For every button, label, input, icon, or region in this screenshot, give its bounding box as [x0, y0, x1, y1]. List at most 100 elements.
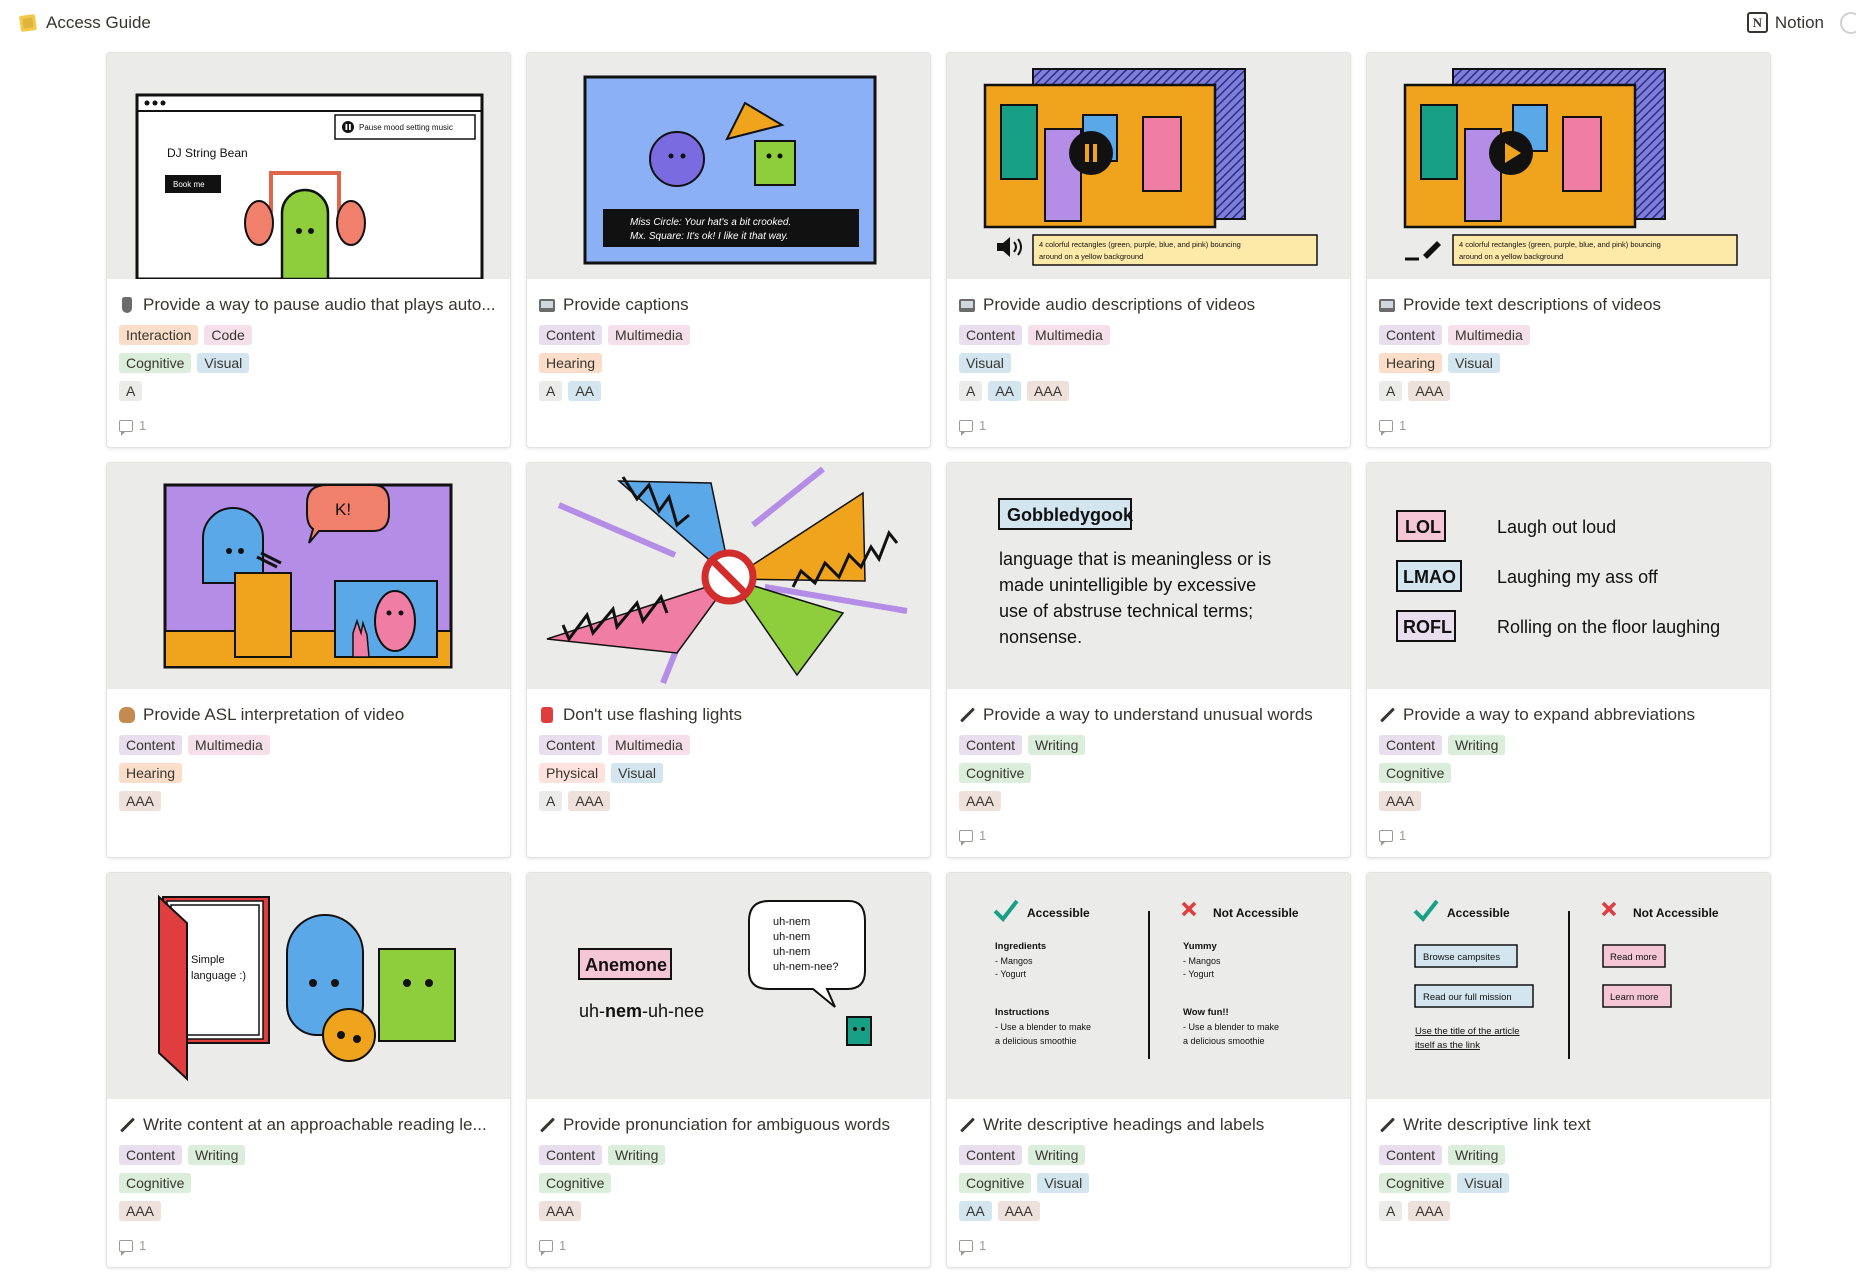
pencil-icon: [1379, 1117, 1395, 1133]
svg-text:Wow fun!!: Wow fun!!: [1183, 1007, 1229, 1018]
pencil-icon: [959, 1117, 975, 1133]
tag: Content: [959, 735, 1023, 755]
card-title: Write descriptive headings and labels: [959, 1113, 1338, 1137]
svg-text:Ingredients: Ingredients: [995, 941, 1046, 952]
pencil-icon: [1379, 707, 1395, 723]
caption-line-2: Mx. Square: It's ok! I like it that way.: [630, 231, 788, 242]
svg-text:uh-nem: uh-nem: [773, 916, 810, 928]
comment-count[interactable]: 1: [539, 1238, 566, 1256]
gallery-grid: Pause mood setting music DJ String Bean …: [106, 52, 1771, 1268]
svg-text:a delicious smoothie: a delicious smoothie: [995, 1036, 1077, 1046]
tag: Cognitive: [119, 353, 192, 373]
tag-row: Content Multimedia: [1379, 325, 1758, 345]
gallery-card[interactable]: Miss Circle: Your hat's a bit crooked. M…: [526, 52, 931, 448]
tag: AAA: [997, 1201, 1040, 1221]
gallery-card[interactable]: Pause mood setting music DJ String Bean …: [106, 52, 511, 448]
svg-text:uh-nem-nee?: uh-nem-nee?: [773, 961, 838, 973]
gallery-card[interactable]: Simple language :) Write content at an a…: [106, 872, 511, 1268]
tag: Visual: [197, 353, 250, 373]
comment-count[interactable]: 1: [959, 418, 986, 436]
card-cover: [527, 463, 930, 689]
tag-row: AAA: [539, 1201, 918, 1221]
flashing-lights-illustration: [546, 466, 908, 685]
speech-text: K!: [335, 500, 351, 519]
comment-icon: [959, 419, 973, 436]
tag-row: AAA: [959, 791, 1338, 811]
svg-text:LOL: LOL: [1405, 517, 1441, 537]
tag-row: Content Multimedia: [959, 325, 1338, 345]
svg-text:- Yogurt: - Yogurt: [1183, 969, 1215, 979]
card-title: Provide text descriptions of videos: [1379, 293, 1758, 317]
gallery-card[interactable]: Accessible Not Accessible Browse campsit…: [1366, 872, 1771, 1268]
card-cover: K!: [107, 463, 510, 689]
comment-count[interactable]: 1: [959, 828, 986, 846]
gallery-card[interactable]: 4 colorful rectangles (green, purple, bl…: [1366, 52, 1771, 448]
tag: AAA: [539, 1201, 582, 1221]
svg-text:itself as the link: itself as the link: [1415, 1040, 1480, 1051]
description-line-1: 4 colorful rectangles (green, purple, bl…: [1039, 240, 1241, 249]
comment-icon: [1379, 829, 1393, 846]
notion-link[interactable]: N Notion: [1746, 12, 1824, 33]
tag-row: Content Writing: [1379, 735, 1758, 755]
tag: Writing: [188, 1145, 246, 1165]
gallery-card[interactable]: Anemone uh-nem-uh-nee uh-nem uh-nem uh-n…: [526, 872, 931, 1268]
comment-count[interactable]: 1: [959, 1238, 986, 1256]
tag-row: A: [119, 381, 498, 401]
comment-count[interactable]: 1: [119, 418, 146, 436]
gallery-card[interactable]: Accessible Not Accessible Ingredients - …: [946, 872, 1351, 1268]
gallery-card[interactable]: K! Provide ASL interpretation of video C…: [106, 462, 511, 858]
tag: AAA: [119, 791, 162, 811]
gallery-card[interactable]: Don't use flashing lights Content Multim…: [526, 462, 931, 858]
svg-text:- Use a blender to make: - Use a blender to make: [1183, 1022, 1279, 1032]
caption-line-1: Miss Circle: Your hat's a bit crooked.: [630, 217, 791, 228]
tag: AAA: [959, 791, 1002, 811]
gallery-card[interactable]: Gobbledygook language that is meaningles…: [946, 462, 1351, 858]
gallery-card[interactable]: 4 colorful rectangles (green, purple, bl…: [946, 52, 1351, 448]
card-title: Write descriptive link text: [1379, 1113, 1758, 1137]
pronunciation-illustration: Anemone uh-nem-uh-nee uh-nem uh-nem uh-n…: [578, 900, 872, 1046]
gallery-card[interactable]: LOL Laugh out loud LMAO Laughing my ass …: [1366, 462, 1771, 858]
asl-illustration: K!: [163, 483, 453, 669]
microphone-icon: [122, 297, 132, 313]
pause-audio-illustration: Pause mood setting music DJ String Bean …: [135, 93, 484, 279]
top-bar: Access Guide N Notion: [0, 0, 1856, 46]
svg-text:Accessible: Accessible: [1027, 906, 1090, 920]
abbreviations-illustration: LOL Laugh out loud LMAO Laughing my ass …: [1396, 510, 1720, 642]
description-line-2: around on a yellow background: [1459, 252, 1563, 261]
tag: AAA: [119, 1201, 162, 1221]
tag: Cognitive: [1379, 763, 1452, 783]
tag-row: Cognitive: [119, 1173, 498, 1193]
tag: A: [539, 791, 563, 811]
card-cover: Anemone uh-nem-uh-nee uh-nem uh-nem uh-n…: [527, 873, 930, 1099]
tag-row: Cognitive Visual: [119, 353, 498, 373]
pencil-icon: [959, 707, 975, 723]
comment-icon: [119, 1239, 133, 1256]
svg-text:Not Accessible: Not Accessible: [1213, 906, 1299, 920]
svg-text:Browse campsites: Browse campsites: [1423, 952, 1500, 963]
svg-text:Accessible: Accessible: [1447, 906, 1510, 920]
card-cover: Accessible Not Accessible Ingredients - …: [947, 873, 1350, 1099]
reading-level-illustration: Simple language :): [158, 894, 456, 1082]
comment-count[interactable]: 1: [1379, 418, 1406, 436]
theme-toggle[interactable]: [1840, 12, 1856, 34]
card-cover: Pause mood setting music DJ String Bean …: [107, 53, 510, 279]
tag: A: [959, 381, 983, 401]
notion-logo-icon: N: [1746, 12, 1768, 33]
tag-row: A AA: [539, 381, 918, 401]
tag: Visual: [959, 353, 1011, 373]
tag: Visual: [1037, 1173, 1090, 1193]
svg-text:language that is meaningless o: language that is meaningless or is: [999, 549, 1271, 569]
card-title: Write content at an approachable reading…: [119, 1113, 498, 1137]
page-title[interactable]: Access Guide: [46, 13, 151, 33]
card-title: Provide a way to understand unusual word…: [959, 703, 1338, 727]
comment-count[interactable]: 1: [119, 1238, 146, 1256]
tag-row: Content Writing: [119, 1145, 498, 1165]
tag: Content: [959, 1145, 1023, 1165]
tag: AAA: [1408, 381, 1451, 401]
alarm-light-icon: [541, 707, 553, 723]
tag: Writing: [608, 1145, 666, 1165]
comment-count[interactable]: 1: [1379, 828, 1406, 846]
card-title: Provide captions: [539, 293, 918, 317]
hand-icon: [119, 707, 135, 723]
tag: Writing: [1448, 1145, 1506, 1165]
